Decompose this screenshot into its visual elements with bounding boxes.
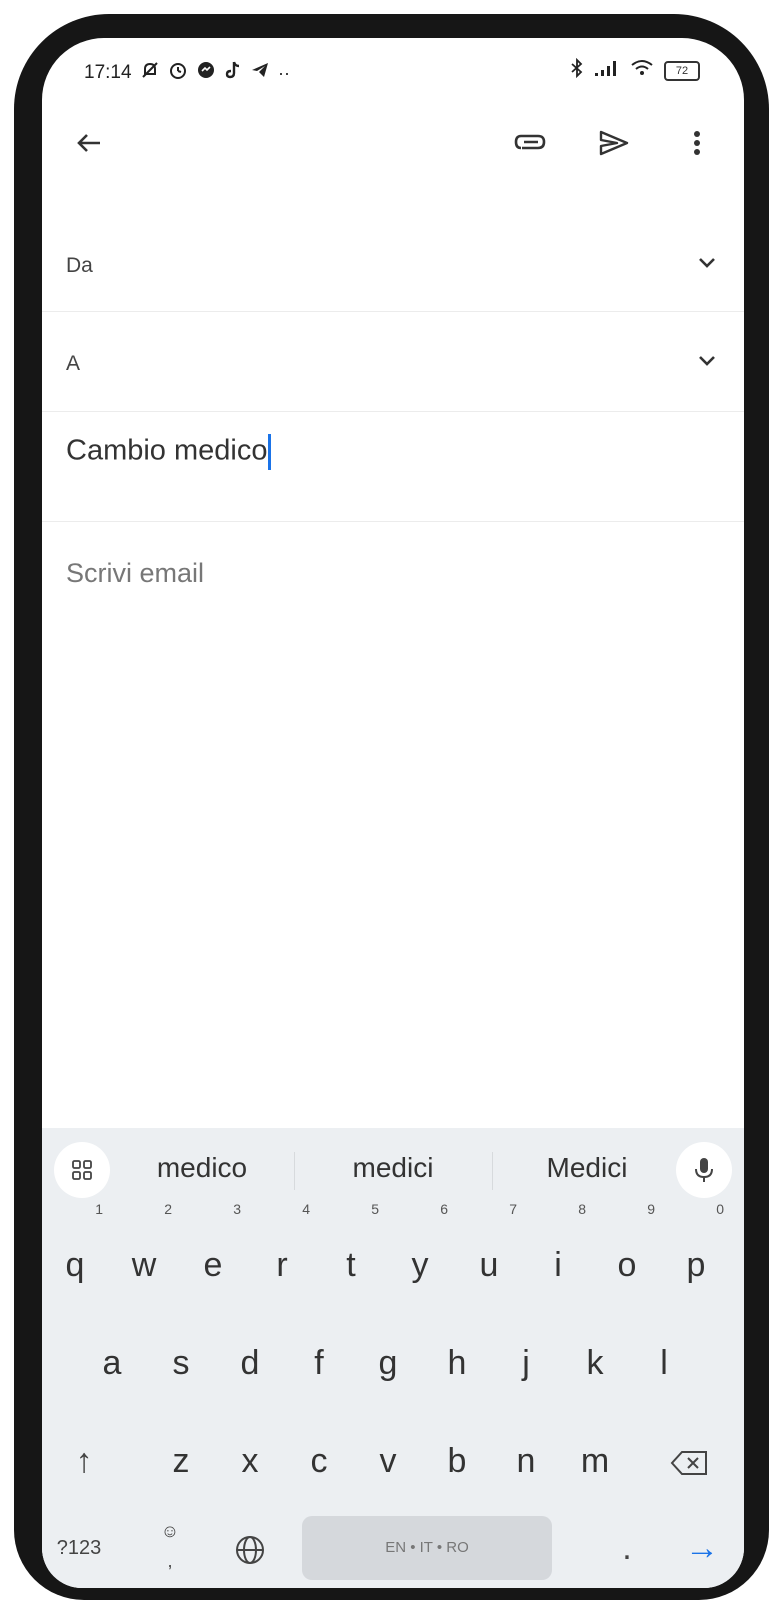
key-z[interactable]: z xyxy=(151,1416,211,1506)
keyboard-row-3: ↑ z x c v b n m xyxy=(42,1416,744,1506)
suggestion-divider xyxy=(294,1152,295,1190)
system-icons: 72 xyxy=(570,57,700,83)
globe-icon[interactable] xyxy=(220,1516,280,1580)
send-icon[interactable] xyxy=(597,128,631,163)
signal-icon xyxy=(594,59,620,82)
key-w[interactable]: w2 xyxy=(114,1202,174,1310)
keyboard-row-1: q1 w2 e3 r4 t5 y6 u7 i8 o9 p0 xyxy=(42,1202,744,1310)
key-m[interactable]: m xyxy=(565,1416,625,1506)
notification-icons: ·· xyxy=(140,60,290,85)
key-e[interactable]: e3 xyxy=(183,1202,243,1310)
suggestion-strip: medico medici Medici xyxy=(42,1128,744,1212)
key-o[interactable]: o9 xyxy=(597,1202,657,1310)
key-g[interactable]: g xyxy=(358,1318,418,1408)
from-field[interactable]: Da xyxy=(42,214,744,312)
phone-screen: 17:14 ·· 72 Da A Cambio medico Scrivi em… xyxy=(42,38,744,1588)
compose-toolbar xyxy=(42,120,744,176)
more-notifications-icon: ·· xyxy=(278,62,290,83)
key-k[interactable]: k xyxy=(565,1318,625,1408)
key-q[interactable]: q1 xyxy=(45,1202,105,1310)
key-t[interactable]: t5 xyxy=(321,1202,381,1310)
key-b[interactable]: b xyxy=(427,1416,487,1506)
suggestion-2[interactable]: medici xyxy=(318,1152,468,1184)
messenger-icon xyxy=(196,60,216,85)
microphone-icon[interactable] xyxy=(676,1142,732,1198)
text-cursor xyxy=(268,434,272,470)
suggestion-1[interactable]: medico xyxy=(127,1152,277,1184)
wifi-icon xyxy=(630,59,654,82)
key-a[interactable]: a xyxy=(82,1318,142,1408)
emoji-comma-key[interactable]: ☺, xyxy=(140,1516,200,1580)
keyboard-menu-icon[interactable] xyxy=(54,1142,110,1198)
tiktok-icon xyxy=(224,60,242,85)
keyboard: medico medici Medici q1 w2 e3 r4 t5 y6 u… xyxy=(42,1128,744,1588)
key-j[interactable]: j xyxy=(496,1318,556,1408)
subject-input[interactable]: Cambio medico xyxy=(66,434,272,470)
comma-label: , xyxy=(167,1551,173,1571)
status-time: 17:14 xyxy=(84,62,132,83)
battery-icon: 72 xyxy=(664,60,700,81)
period-key[interactable]: . xyxy=(597,1516,657,1580)
more-vert-icon[interactable] xyxy=(692,128,702,163)
suggestion-3[interactable]: Medici xyxy=(512,1152,662,1184)
key-v[interactable]: v xyxy=(358,1416,418,1506)
numbers-key[interactable]: ?123 xyxy=(42,1516,120,1580)
suggestion-divider xyxy=(492,1152,493,1190)
keyboard-row-2: a s d f g h j k l xyxy=(42,1318,744,1408)
spacebar[interactable]: EN • IT • RO xyxy=(302,1516,552,1580)
chevron-down-icon[interactable] xyxy=(698,354,716,373)
key-i[interactable]: i8 xyxy=(528,1202,588,1310)
key-x[interactable]: x xyxy=(220,1416,280,1506)
status-bar: 17:14 ·· 72 xyxy=(42,38,744,108)
back-arrow-icon[interactable] xyxy=(74,128,104,163)
key-l[interactable]: l xyxy=(634,1318,694,1408)
attach-icon[interactable] xyxy=(512,128,548,163)
email-body-input[interactable]: Scrivi email xyxy=(66,558,204,589)
backspace-icon[interactable] xyxy=(660,1416,720,1506)
key-d[interactable]: d xyxy=(220,1318,280,1408)
shift-icon[interactable]: ↑ xyxy=(54,1416,114,1506)
key-c[interactable]: c xyxy=(289,1416,349,1506)
enter-key[interactable]: → xyxy=(672,1516,732,1580)
emoji-icon: ☺ xyxy=(160,1521,180,1541)
key-r[interactable]: r4 xyxy=(252,1202,312,1310)
keyboard-bottom-row: ?123 ☺, EN • IT • RO . → xyxy=(42,1506,744,1588)
bluetooth-icon xyxy=(570,57,584,83)
key-s[interactable]: s xyxy=(151,1318,211,1408)
key-p[interactable]: p0 xyxy=(666,1202,726,1310)
key-h[interactable]: h xyxy=(427,1318,487,1408)
key-y[interactable]: y6 xyxy=(390,1202,450,1310)
alarm-icon xyxy=(168,60,188,85)
to-field[interactable]: A xyxy=(42,312,744,412)
key-n[interactable]: n xyxy=(496,1416,556,1506)
key-u[interactable]: u7 xyxy=(459,1202,519,1310)
telegram-icon xyxy=(250,60,270,85)
subject-value: Cambio medico xyxy=(66,434,268,467)
notifications-off-icon xyxy=(140,60,160,85)
subject-field[interactable]: Cambio medico xyxy=(42,412,744,522)
key-f[interactable]: f xyxy=(289,1318,349,1408)
chevron-down-icon[interactable] xyxy=(698,256,716,275)
from-label: Da xyxy=(66,254,93,277)
to-label: A xyxy=(66,352,81,375)
